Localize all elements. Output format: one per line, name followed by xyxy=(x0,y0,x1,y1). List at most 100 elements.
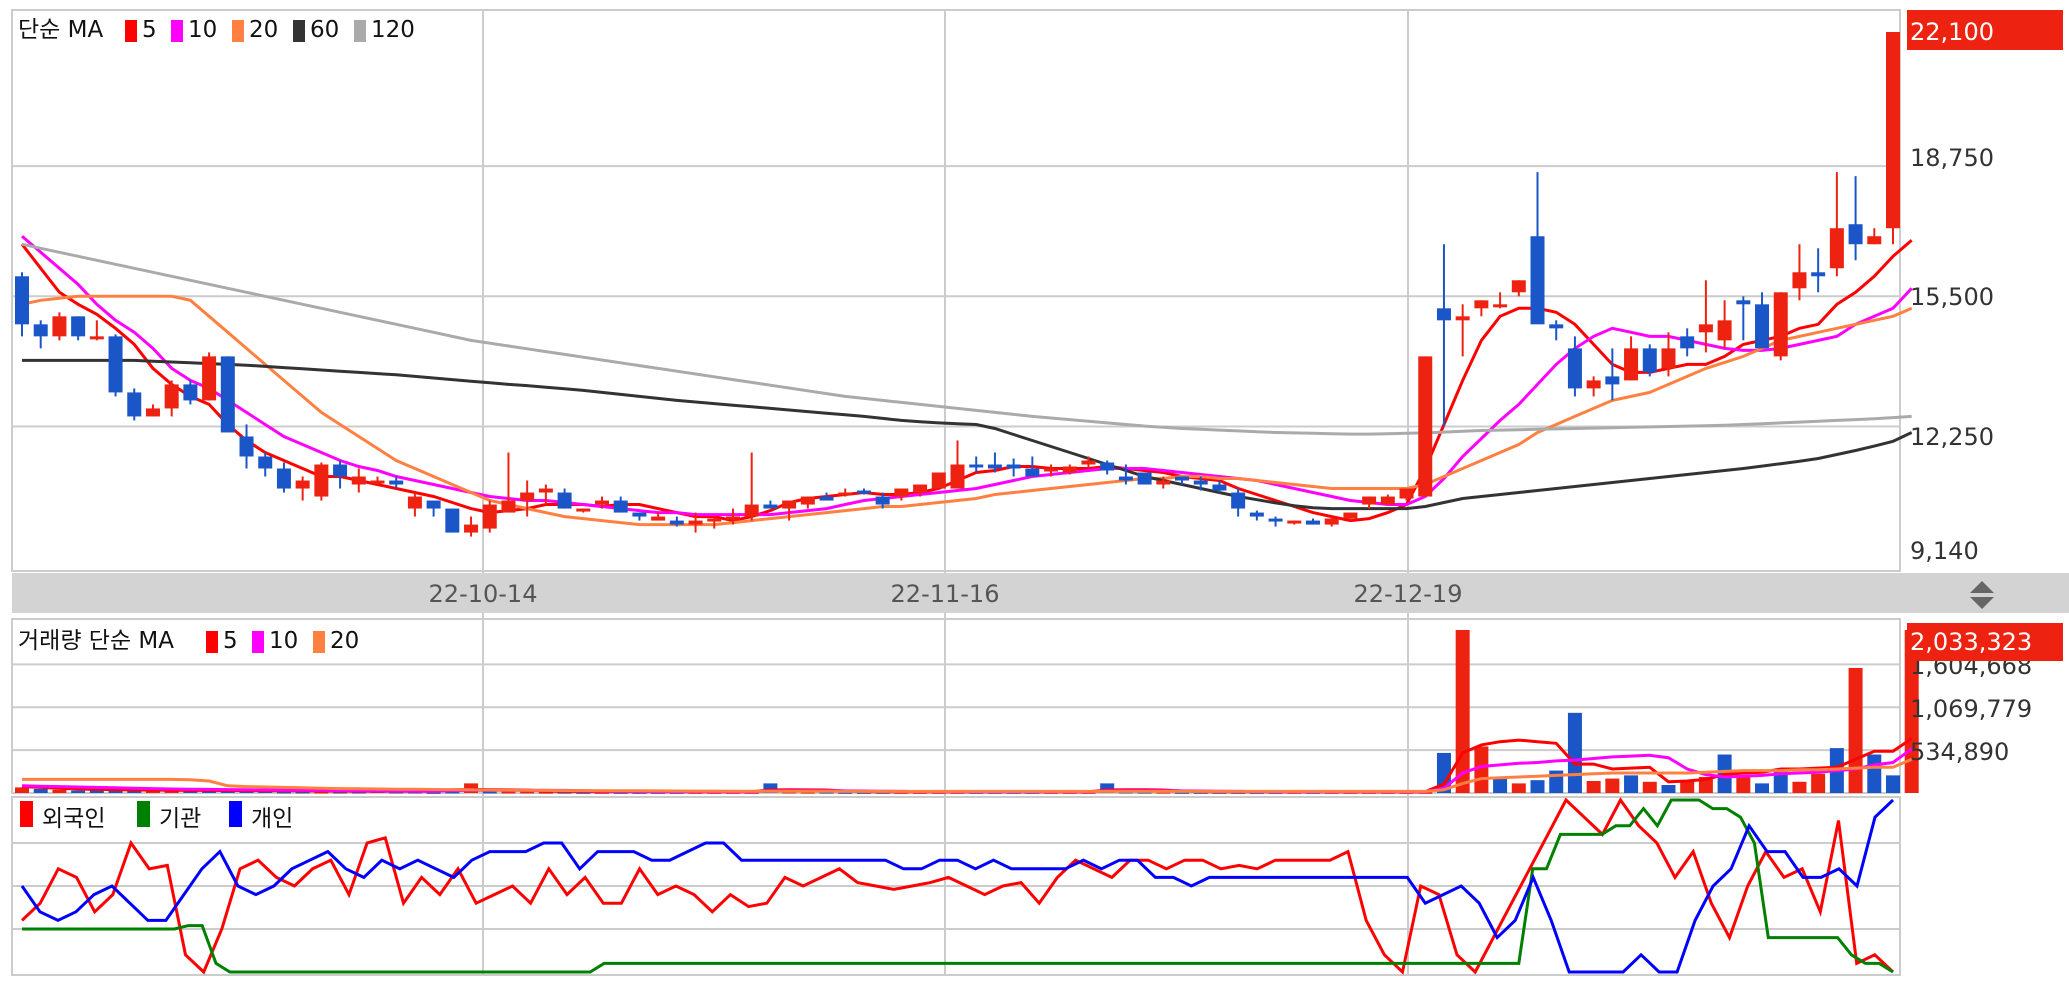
y-tick-label: 534,890 xyxy=(1910,738,2009,766)
candle xyxy=(482,500,497,533)
volume-ma-legend-swatch xyxy=(206,631,218,653)
candle-body xyxy=(669,520,684,525)
investor-legend-swatch xyxy=(229,801,242,827)
candle-body xyxy=(1175,476,1190,481)
volume-bar xyxy=(1624,775,1639,793)
candle-body xyxy=(1268,518,1283,522)
candle-body xyxy=(164,384,179,409)
candle-body xyxy=(370,480,385,484)
candle xyxy=(445,508,460,533)
candle xyxy=(108,334,123,397)
ma-legend-label: 20 xyxy=(249,17,278,43)
candle-body xyxy=(931,472,946,489)
volume-bar xyxy=(1736,776,1751,793)
candle-body xyxy=(407,496,422,509)
candle-body xyxy=(333,464,348,477)
candle-body xyxy=(1736,300,1751,305)
candle-body xyxy=(1062,466,1077,473)
candle-body xyxy=(651,516,666,521)
volume-bar xyxy=(1642,781,1657,793)
y-tick-label: 12,250 xyxy=(1910,423,1994,451)
volume-ma-legend-swatch xyxy=(313,631,325,653)
volume-ma-legend-label: 10 xyxy=(269,628,298,654)
candle-body xyxy=(1717,320,1732,341)
volume-bar xyxy=(1511,783,1526,793)
candle-body xyxy=(1324,518,1339,525)
candle-body xyxy=(838,492,853,496)
date-tick-label: 22-10-14 xyxy=(429,580,538,608)
candle-body xyxy=(538,488,553,493)
volume-bar xyxy=(33,788,48,793)
candle-body xyxy=(1249,512,1264,517)
volume-bar xyxy=(71,790,86,793)
candle-body xyxy=(33,324,48,337)
date-axis-band xyxy=(12,573,2069,613)
candle-body xyxy=(969,464,984,468)
candle-body xyxy=(1081,460,1096,465)
candle-body xyxy=(1661,348,1676,369)
candle-body xyxy=(1549,324,1564,329)
candle-body xyxy=(71,316,86,337)
volume-bar xyxy=(1792,781,1807,793)
candle-body xyxy=(819,496,834,501)
candle-body xyxy=(239,436,254,457)
candle-body xyxy=(613,500,628,513)
volume-bar xyxy=(1848,667,1863,793)
volume-bar xyxy=(52,789,67,793)
candle-body xyxy=(1848,224,1863,245)
candle-body xyxy=(595,500,610,505)
candle-body xyxy=(1867,236,1882,245)
candle-body xyxy=(1829,228,1844,269)
candle-body xyxy=(1474,300,1489,309)
volume-bar xyxy=(1811,773,1826,793)
investor-legend-label: 개인 xyxy=(251,806,293,832)
candle-body xyxy=(426,500,441,509)
candle-body xyxy=(145,408,160,417)
candle xyxy=(52,312,67,341)
candle-body xyxy=(1305,520,1320,525)
price-legend: 단순 MA 5 10 20 60 120 xyxy=(18,17,415,43)
candle-body xyxy=(1025,468,1040,477)
candle-body xyxy=(576,508,591,512)
date-tick-label: 22-12-19 xyxy=(1354,580,1463,608)
candle-body xyxy=(1118,476,1133,481)
ma-legend-label: 60 xyxy=(310,17,339,43)
candle-body xyxy=(1773,292,1788,357)
candle xyxy=(1773,292,1788,361)
volume-bar xyxy=(1755,783,1770,793)
candle xyxy=(1137,472,1152,485)
ma-legend-swatch xyxy=(354,20,366,42)
candle-body xyxy=(1586,380,1601,389)
candle-body xyxy=(183,384,198,401)
date-tick-label: 22-11-16 xyxy=(891,580,1000,608)
price-legend-title: 단순 MA xyxy=(18,17,103,43)
ma-legend-swatch xyxy=(125,20,137,42)
candle-body xyxy=(950,464,965,489)
current-price-label: 22,100 xyxy=(1910,18,1994,46)
candle-body xyxy=(351,476,366,485)
volume-bar xyxy=(1586,780,1601,793)
candle xyxy=(1418,356,1433,497)
candle-body xyxy=(913,484,928,493)
candle-body xyxy=(52,316,67,337)
ma-legend-swatch xyxy=(171,20,183,42)
candle-body xyxy=(1231,492,1246,509)
candle-body xyxy=(1399,488,1414,499)
candle-body xyxy=(763,504,778,509)
candle-body xyxy=(894,488,909,497)
candle-body xyxy=(800,496,815,505)
candle-body xyxy=(445,508,460,533)
volume-bar xyxy=(1867,754,1882,793)
candle-body xyxy=(1212,484,1227,491)
candle-body xyxy=(1100,462,1115,471)
candle-body xyxy=(557,492,572,509)
current-volume-label: 2,033,323 xyxy=(1910,628,2032,656)
candle-body xyxy=(987,464,1002,469)
candle-body xyxy=(875,496,890,505)
candle-body xyxy=(1792,272,1807,289)
date-axis[interactable]: 22-10-14 22-11-16 22-12-19 xyxy=(12,573,2069,613)
candle-body xyxy=(258,456,273,469)
candle-body xyxy=(464,524,479,533)
candle-body xyxy=(276,468,291,489)
candle xyxy=(1642,344,1657,377)
